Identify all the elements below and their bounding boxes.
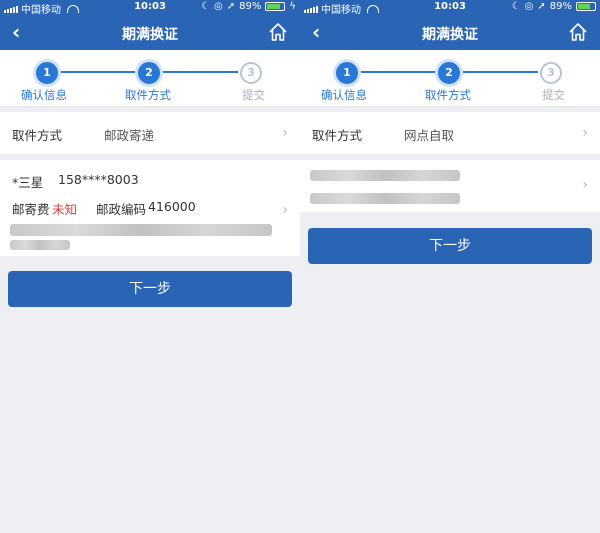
location-icon: ➚ bbox=[226, 1, 236, 12]
postage-value: 未知 bbox=[52, 202, 78, 217]
next-step-button[interactable]: 下一步 bbox=[8, 271, 292, 307]
status-bar: 中国移动 10:03 ☾ ◎ ➚ 89% ϟ bbox=[0, 0, 300, 16]
lock-rotation-icon: ◎ bbox=[524, 1, 534, 12]
step-label-3: 提交 bbox=[542, 88, 565, 102]
chevron-right-icon: › bbox=[582, 177, 588, 193]
step-circle-3: 3 bbox=[240, 62, 262, 84]
moon-icon: ☾ bbox=[201, 1, 211, 12]
page-title: 期满换证 bbox=[122, 27, 178, 43]
branch-card[interactable]: › bbox=[300, 160, 600, 212]
blurred-branch-line-1 bbox=[310, 170, 460, 181]
step-circle-2: 2 bbox=[438, 62, 460, 84]
page-title: 期满换证 bbox=[422, 27, 478, 43]
battery-icon bbox=[265, 2, 286, 11]
step-indicator: 1 2 3 确认信息 取件方式 提交 bbox=[300, 50, 600, 107]
top-bar: 中国移动 10:03 ☾ ◎ ➚ 89% ‹ 期满换证 bbox=[300, 0, 600, 50]
chevron-right-icon: › bbox=[282, 125, 288, 141]
battery-fill bbox=[578, 4, 591, 9]
blurred-branch-line-2 bbox=[310, 193, 460, 204]
step-line-2 bbox=[460, 71, 538, 73]
step-circle-2: 2 bbox=[138, 62, 160, 84]
recipient-phone: 158****8003 bbox=[58, 172, 139, 187]
blurred-address-line-1 bbox=[10, 224, 272, 236]
lock-rotation-icon: ◎ bbox=[214, 1, 223, 12]
home-icon[interactable] bbox=[568, 22, 588, 42]
step-label-1: 确认信息 bbox=[321, 88, 367, 102]
step-label-3: 提交 bbox=[242, 88, 265, 102]
status-bar: 中国移动 10:03 ☾ ◎ ➚ 89% bbox=[300, 0, 600, 16]
recipient-name: *三星 bbox=[12, 175, 44, 190]
nav-row: ‹ 期满换证 bbox=[0, 16, 300, 50]
address-card[interactable]: *三星 158****8003 邮寄费 未知 邮政编码 416000 › bbox=[0, 160, 300, 256]
postcode-value: 416000 bbox=[148, 199, 196, 214]
postage-label: 邮寄费 bbox=[12, 202, 50, 217]
step-circle-1: 1 bbox=[336, 62, 358, 84]
battery-icon bbox=[576, 2, 596, 11]
battery-fill bbox=[267, 4, 280, 9]
pickup-method-label: 取件方式 bbox=[12, 128, 63, 143]
blurred-address-line-2 bbox=[10, 240, 70, 250]
status-right: ☾ ◎ ➚ 89% ϟ bbox=[201, 1, 296, 12]
chevron-right-icon: › bbox=[282, 202, 288, 218]
battery-percent: 89% bbox=[239, 1, 262, 12]
phone-left: 中国移动 10:03 ☾ ◎ ➚ 89% ϟ ‹ 期满换证 1 2 3 确认信息… bbox=[0, 0, 300, 533]
step-line-1 bbox=[58, 71, 136, 73]
step-label-2: 取件方式 bbox=[125, 88, 171, 102]
charging-icon: ϟ bbox=[289, 1, 296, 12]
home-icon[interactable] bbox=[268, 22, 288, 42]
location-icon: ➚ bbox=[537, 1, 546, 12]
status-right: ☾ ◎ ➚ 89% bbox=[512, 1, 596, 12]
step-label-1: 确认信息 bbox=[21, 88, 67, 102]
chevron-right-icon: › bbox=[582, 125, 588, 141]
postcode-label: 邮政编码 bbox=[96, 202, 147, 217]
pickup-method-value: 邮政寄递 bbox=[104, 128, 155, 143]
nav-row: ‹ 期满换证 bbox=[300, 16, 600, 50]
step-circle-1: 1 bbox=[36, 62, 58, 84]
moon-icon: ☾ bbox=[511, 1, 521, 12]
screenshot-pair: 中国移动 10:03 ☾ ◎ ➚ 89% ϟ ‹ 期满换证 1 2 3 确认信息… bbox=[0, 0, 600, 533]
pickup-method-row[interactable]: 取件方式 邮政寄递 › bbox=[0, 112, 300, 154]
phone-right: 中国移动 10:03 ☾ ◎ ➚ 89% ‹ 期满换证 1 2 3 确认信息 取… bbox=[300, 0, 600, 533]
pickup-method-value: 网点自取 bbox=[404, 128, 455, 143]
step-label-2: 取件方式 bbox=[425, 88, 471, 102]
battery-percent: 89% bbox=[549, 1, 572, 12]
top-bar: 中国移动 10:03 ☾ ◎ ➚ 89% ϟ ‹ 期满换证 bbox=[0, 0, 300, 50]
step-indicator: 1 2 3 确认信息 取件方式 提交 bbox=[0, 50, 300, 107]
step-line-1 bbox=[358, 71, 436, 73]
pickup-method-row[interactable]: 取件方式 网点自取 › bbox=[300, 112, 600, 154]
next-step-button[interactable]: 下一步 bbox=[308, 228, 592, 264]
step-circle-3: 3 bbox=[540, 62, 562, 84]
step-line-2 bbox=[160, 71, 238, 73]
pickup-method-label: 取件方式 bbox=[312, 128, 363, 143]
